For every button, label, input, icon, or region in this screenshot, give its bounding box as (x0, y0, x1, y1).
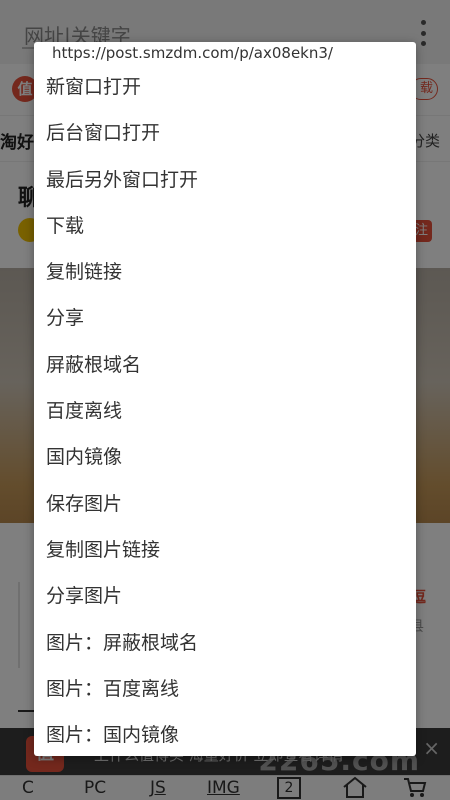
link-context-menu: https://post.smzdm.com/p/ax08ekn3/ 新窗口打开… (34, 42, 416, 756)
menu-item-share[interactable]: 分享 (34, 295, 416, 341)
menu-item-copy-image-link[interactable]: 复制图片链接 (34, 527, 416, 573)
menu-item-save-image[interactable]: 保存图片 (34, 481, 416, 527)
menu-item-domestic-mirror[interactable]: 国内镜像 (34, 434, 416, 480)
menu-item-share-image[interactable]: 分享图片 (34, 573, 416, 619)
menu-item-open-background[interactable]: 后台窗口打开 (34, 110, 416, 156)
menu-item-open-last-window[interactable]: 最后另外窗口打开 (34, 157, 416, 203)
menu-item-image-block-root-domain[interactable]: 图片：屏蔽根域名 (34, 620, 416, 666)
context-menu-list: 新窗口打开 后台窗口打开 最后另外窗口打开 下载 复制链接 分享 屏蔽根域名 百… (34, 64, 416, 756)
menu-item-copy-link[interactable]: 复制链接 (34, 249, 416, 295)
menu-item-image-domestic-mirror[interactable]: 图片：国内镜像 (34, 712, 416, 756)
menu-item-image-baidu-offline[interactable]: 图片：百度离线 (34, 666, 416, 712)
menu-item-block-root-domain[interactable]: 屏蔽根域名 (34, 342, 416, 388)
menu-item-open-new-window[interactable]: 新窗口打开 (34, 64, 416, 110)
context-menu-url: https://post.smzdm.com/p/ax08ekn3/ (52, 44, 333, 62)
menu-item-download[interactable]: 下载 (34, 203, 416, 249)
menu-item-baidu-offline[interactable]: 百度离线 (34, 388, 416, 434)
